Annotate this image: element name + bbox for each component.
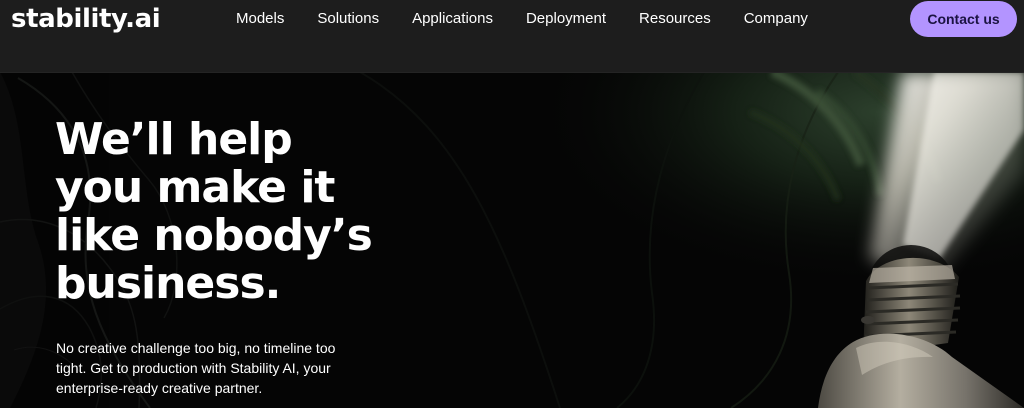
nav-item-models[interactable]: Models <box>236 10 284 28</box>
contact-us-button[interactable]: Contact us <box>910 1 1017 37</box>
main-navigation: Models Solutions Applications Deployment… <box>236 0 808 38</box>
hero-content: We’ll help you make it like nobody’s bus… <box>0 72 1024 408</box>
nav-item-company[interactable]: Company <box>744 10 808 28</box>
nav-item-solutions[interactable]: Solutions <box>317 10 379 28</box>
hero-description: No creative challenge too big, no timeli… <box>56 338 366 398</box>
nav-item-applications[interactable]: Applications <box>412 10 493 28</box>
nav-item-deployment[interactable]: Deployment <box>526 10 606 28</box>
stability-home-page: stability.ai Models Solutions Applicatio… <box>0 0 1024 408</box>
hero-section: We’ll help you make it like nobody’s bus… <box>0 72 1024 408</box>
top-navigation: stability.ai Models Solutions Applicatio… <box>0 0 1024 73</box>
hero-headline-line-2: you make it <box>55 162 335 213</box>
hero-headline-line-4: business. <box>55 258 281 309</box>
nav-item-resources[interactable]: Resources <box>639 10 711 28</box>
hero-headline-line-3: like nobody’s <box>55 210 373 261</box>
stability-ai-logo[interactable]: stability.ai <box>11 5 161 33</box>
hero-description-line-3: enterprise-ready creative partner. <box>56 380 263 396</box>
hero-description-line-1: No creative challenge too big, no timeli… <box>56 340 336 356</box>
hero-headline: We’ll help you make it like nobody’s bus… <box>55 116 445 308</box>
hero-description-line-2: tight. Get to production with Stability … <box>56 360 331 376</box>
hero-headline-line-1: We’ll help <box>55 114 293 165</box>
